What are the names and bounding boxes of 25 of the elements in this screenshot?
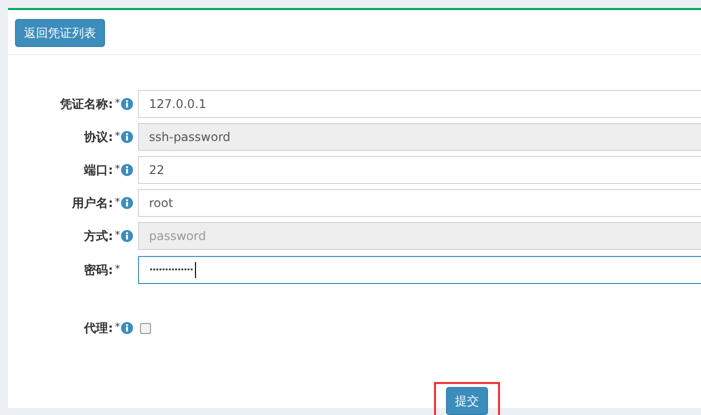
field-label: 端口: [84,162,113,178]
info-icon[interactable] [121,164,133,176]
input-field[interactable]: 22 [138,156,701,184]
required-mark: * [115,98,120,108]
field-label: 凭证名称: [60,96,113,112]
field-label: 用户名: [72,194,113,212]
required-mark: * [115,264,120,274]
required-mark: * [115,196,120,208]
info-icon[interactable] [121,98,133,110]
info-icon[interactable] [121,197,133,209]
submit-button[interactable]: 提交 [446,387,488,415]
required-mark: * [115,130,120,142]
field-label: 代理: [84,320,113,336]
checkbox[interactable] [140,322,151,334]
input-field[interactable]: root [138,189,701,217]
field-label: 密码: [84,262,113,278]
text-cursor [194,262,196,278]
required-mark: * [115,230,120,240]
field-label: 方式: [84,228,113,244]
back-button[interactable]: 返回凭证列表 [15,19,105,47]
required-mark: * [115,322,120,332]
field-label: 协议: [84,128,113,146]
input-field[interactable]: 127.0.0.1 [138,90,701,118]
info-icon[interactable] [121,322,133,334]
required-mark: * [115,164,120,174]
